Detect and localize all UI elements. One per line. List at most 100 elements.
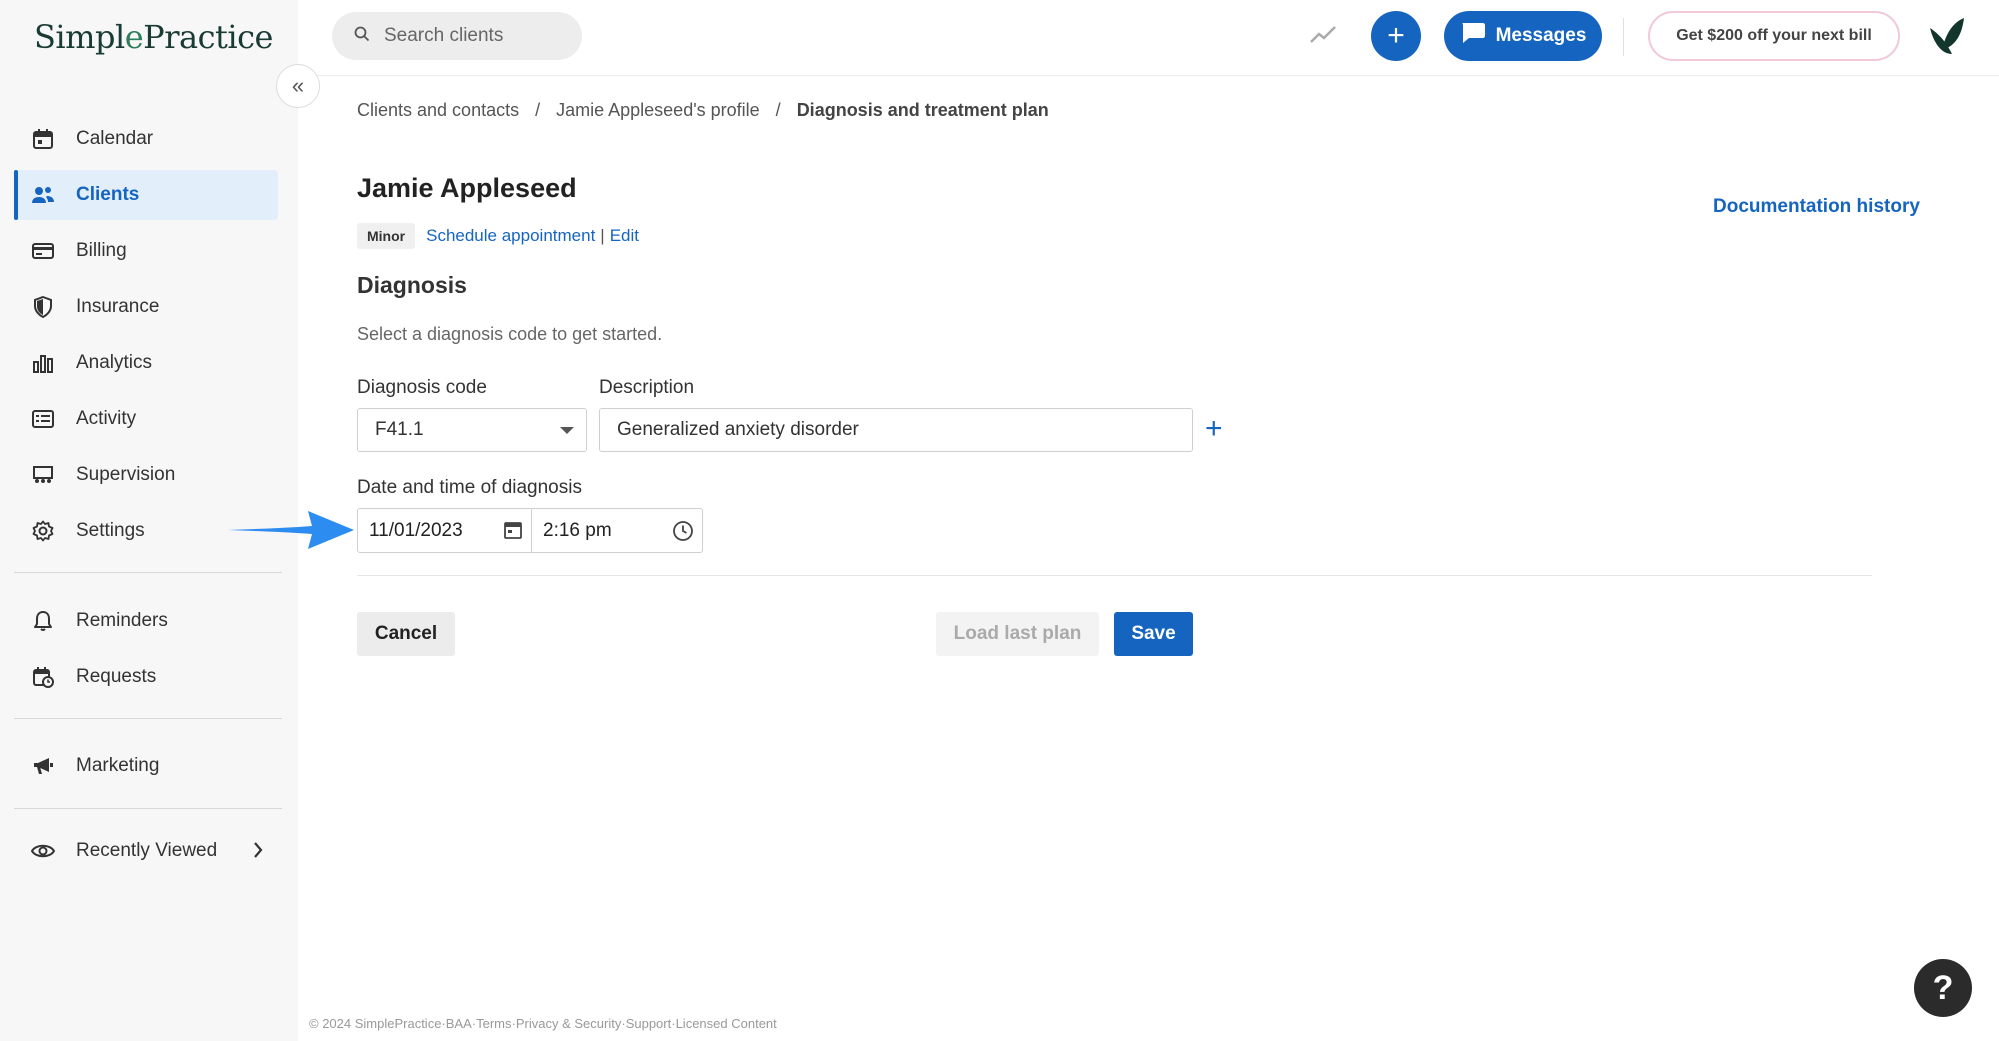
messages-label: Messages [1495,25,1587,46]
footer-link-baa[interactable]: BAA [446,1016,472,1031]
sidebar-divider [14,572,282,573]
breadcrumb: Clients and contacts / Jamie Appleseed's… [357,100,1049,121]
trend-chart-icon[interactable] [1308,20,1338,55]
activity-list-icon [30,406,56,432]
cancel-button[interactable]: Cancel [357,612,455,656]
sidebar-item-label: Calendar [76,128,154,149]
calendar-icon[interactable] [503,520,523,546]
sidebar-item-label: Analytics [76,352,153,373]
date-time-label: Date and time of diagnosis [357,477,582,498]
load-last-plan-button[interactable]: Load last plan [936,612,1099,656]
schedule-appointment-link[interactable]: Schedule appointment [426,226,595,246]
calendar-request-icon [30,664,56,690]
sidebar-item-label: Supervision [76,464,176,485]
sidebar-item-billing[interactable]: Billing [14,226,278,276]
diagnosis-code-label: Diagnosis code [357,377,487,398]
sidebar-item-label: Insurance [76,296,160,317]
diagnosis-section-title: Diagnosis [357,272,467,298]
promo-label: Get $200 off your next bill [1676,27,1872,44]
account-avatar-icon[interactable] [1922,14,1966,63]
sidebar-item-supervision[interactable]: Supervision [14,450,278,500]
sidebar-item-requests[interactable]: Requests [14,652,278,702]
sidebar-item-label: Settings [76,520,145,541]
search-icon [354,26,370,47]
edit-client-link[interactable]: Edit [610,226,639,246]
footer-link-licensed-content[interactable]: Licensed Content [676,1016,777,1031]
save-button[interactable]: Save [1114,612,1193,656]
supervision-icon [30,462,56,488]
client-name: Jamie Appleseed [357,173,577,203]
sidebar-item-label: Activity [76,408,137,429]
client-meta-row: Minor Schedule appointment | Edit [357,223,639,249]
sidebar-item-analytics[interactable]: Analytics [14,338,278,388]
diagnosis-time-input[interactable]: 2:16 pm [532,509,702,552]
sidebar-item-marketing[interactable]: Marketing [14,741,278,791]
sidebar-item-label: Marketing [76,755,160,776]
clients-icon [30,182,56,208]
help-button[interactable]: ? [1914,959,1972,1017]
gear-icon [30,518,56,544]
topbar-divider [1623,18,1624,56]
billing-icon [30,238,56,264]
collapse-sidebar-button[interactable]: « [276,64,320,108]
search-input[interactable] [384,25,564,47]
sidebar-item-reminders[interactable]: Reminders [14,596,278,646]
footer-link-terms[interactable]: Terms [476,1016,511,1031]
footer-link-support[interactable]: Support [626,1016,672,1031]
diagnosis-hint: Select a diagnosis code to get started. [357,324,663,344]
sidebar-item-recently-viewed[interactable]: Recently Viewed [14,826,278,876]
eye-icon [30,838,56,864]
sidebar-divider [14,808,282,809]
sidebar-item-label: Billing [76,240,127,261]
breadcrumb-separator: / [535,100,541,120]
top-bar: + Messages Get $200 off your next bill [298,0,1999,76]
link-separator: | [600,226,605,245]
diagnosis-code-select[interactable]: F41.1 [357,408,587,452]
chevron-right-icon [252,840,264,866]
form-divider [357,575,1872,576]
sidebar-item-label: Recently Viewed [76,840,218,861]
footer-copyright: © 2024 SimplePractice [309,1016,442,1031]
messages-button[interactable]: Messages [1444,11,1602,61]
plus-icon: + [1387,19,1405,52]
sidebar-item-label: Requests [76,666,157,687]
plus-icon: + [1205,412,1223,445]
breadcrumb-separator: / [775,100,781,120]
message-bubble-icon [1460,21,1486,51]
sidebar-item-insurance[interactable]: Insurance [14,282,278,332]
sidebar-item-activity[interactable]: Activity [14,394,278,444]
sidebar-item-calendar[interactable]: Calendar [14,114,278,164]
clock-icon[interactable] [672,520,694,548]
footer: © 2024 SimplePractice · BAA · Terms · Pr… [309,1016,777,1031]
description-field[interactable] [599,408,1193,452]
sidebar-item-label: Reminders [76,610,168,631]
sidebar-divider [14,718,282,719]
diagnosis-datetime-group: 11/01/2023 2:16 pm [357,508,703,553]
simplepractice-logo[interactable]: SimplePractice [34,18,273,56]
breadcrumb-current-page: Diagnosis and treatment plan [796,100,1049,120]
documentation-history-link[interactable]: Documentation history [1713,196,1920,218]
pointer-arrow-icon [228,511,354,549]
shield-icon [30,294,56,320]
diagnosis-code-value: F41.1 [375,419,424,440]
promo-referral-button[interactable]: Get $200 off your next bill [1648,11,1900,61]
diagnosis-date-input[interactable]: 11/01/2023 [358,509,532,552]
diagnosis-time-value: 2:16 pm [543,519,612,541]
sidebar-item-label: Clients [76,184,140,205]
double-chevron-left-icon: « [291,73,305,98]
caret-down-icon [560,427,574,434]
sidebar-item-clients[interactable]: Clients [14,170,278,220]
footer-link-privacy-security[interactable]: Privacy & Security [516,1016,621,1031]
breadcrumb-clients-and-contacts[interactable]: Clients and contacts [357,100,519,121]
calendar-icon [30,126,56,152]
bar-chart-icon [30,350,56,376]
minor-badge: Minor [357,223,416,249]
add-diagnosis-button[interactable]: + [1205,414,1223,444]
quick-add-button[interactable]: + [1371,11,1421,61]
megaphone-icon [30,753,56,779]
search-box[interactable] [332,12,582,60]
question-mark-icon: ? [1932,968,1954,1007]
diagnosis-date-value: 11/01/2023 [369,519,463,541]
breadcrumb-client-profile[interactable]: Jamie Appleseed's profile [556,100,760,121]
description-label: Description [599,377,695,398]
